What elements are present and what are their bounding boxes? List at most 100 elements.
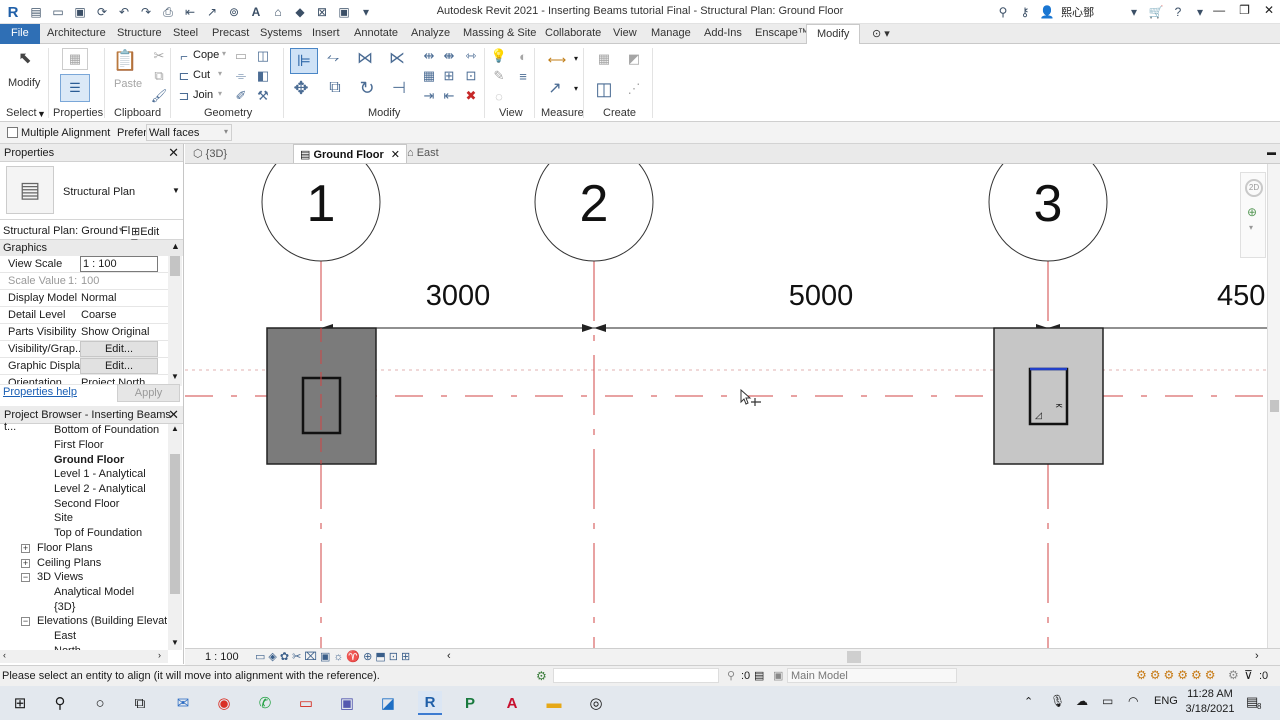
measure-dropdown-icon[interactable]: ▾ xyxy=(574,54,578,63)
cut-dropdown-icon[interactable]: ▾ xyxy=(218,69,222,78)
cope-icon[interactable]: ⌐ xyxy=(175,48,193,64)
apply-button[interactable]: Apply xyxy=(117,384,180,402)
modify-cursor-icon[interactable]: ⬉ xyxy=(16,50,34,67)
browser-item-site[interactable]: Site xyxy=(54,512,73,524)
align-icon[interactable]: ⊫ xyxy=(290,48,318,74)
multiple-alignment-checkbox[interactable] xyxy=(7,127,18,138)
property-value[interactable]: Normal xyxy=(81,292,116,304)
split-face-icon[interactable]: ◫ xyxy=(254,48,272,64)
scroll-thumb[interactable] xyxy=(170,256,180,276)
microphone-icon[interactable]: 🎙 xyxy=(1050,694,1065,708)
onedrive-icon[interactable]: ☁ xyxy=(1076,694,1088,708)
override-graphics-icon[interactable]: ✎ xyxy=(490,68,508,84)
wifi-icon[interactable]: ◠ xyxy=(1128,694,1138,708)
browser-item-level-2-analytical[interactable]: Level 2 - Analytical xyxy=(54,483,146,495)
zoom-dropdown-icon[interactable]: ▾ xyxy=(1249,223,1253,232)
background-process-icon[interactable]: ⚙ xyxy=(1228,668,1239,682)
mirror-pick-axis-icon[interactable]: ⋈ xyxy=(356,50,374,67)
help-dropdown-icon[interactable]: ▾ xyxy=(1192,4,1208,20)
chevron-right-icon[interactable]: › xyxy=(158,650,161,660)
join-roof-icon[interactable]: ⌯ xyxy=(232,68,250,84)
tab-manage[interactable]: Manage xyxy=(651,27,691,39)
app-icon[interactable]: ◎ xyxy=(586,694,606,712)
browser-item-ceiling-plans[interactable]: Ceiling Plans xyxy=(37,557,101,569)
project-icon[interactable]: P xyxy=(460,694,480,712)
autocad-icon[interactable]: A xyxy=(502,694,522,712)
expand-icon[interactable]: + xyxy=(21,559,30,568)
grid-label-1[interactable]: 1 xyxy=(307,175,336,233)
trim-multiple-icon[interactable]: ⇤ xyxy=(440,88,458,104)
browser-item-elevations[interactable]: Elevations (Building Elevation) xyxy=(37,615,167,627)
user-icon[interactable]: 👤 xyxy=(1039,4,1055,20)
browser-item-ground-floor[interactable]: Ground Floor xyxy=(54,454,124,466)
aligned-dimension-icon[interactable]: ↗ xyxy=(546,80,564,97)
collapse-icon[interactable]: − xyxy=(21,617,30,626)
drawing-canvas[interactable]: 1 2 3 3000 5000 450 ◿ ᄌ xyxy=(185,164,1267,648)
tab-systems[interactable]: Systems xyxy=(260,27,302,39)
linework-icon[interactable]: ≡ xyxy=(514,68,532,84)
visibility-edit-button[interactable]: Edit... xyxy=(80,341,158,357)
outlook-icon[interactable]: ◪ xyxy=(378,694,398,712)
rotate-icon[interactable]: ↻ xyxy=(358,78,376,98)
hammer-icon[interactable]: ⚒ xyxy=(254,88,272,104)
close-icon[interactable]: ✕ xyxy=(168,407,179,423)
tab-precast[interactable]: Precast xyxy=(212,27,249,39)
instance-filter[interactable]: Structural Plan: Ground Fl ▾ ⊞Edit Type xyxy=(0,222,183,250)
browser-item-analytical-model[interactable]: Analytical Model xyxy=(54,586,134,598)
search-icon[interactable]: ⚲ xyxy=(50,694,70,712)
hscroll-thumb[interactable] xyxy=(847,651,861,663)
tab-insert[interactable]: Insert xyxy=(312,27,340,39)
demolish-icon[interactable]: ✐ xyxy=(232,88,250,104)
language-indicator[interactable]: ENG xyxy=(1154,695,1178,707)
chevron-down-icon[interactable]: ▼ xyxy=(171,372,179,381)
mail-icon[interactable]: ✉ xyxy=(173,694,193,712)
properties-scrollbar[interactable]: ▼ xyxy=(168,256,182,386)
design-option-select-icon[interactable]: ▣ xyxy=(773,669,783,682)
view-controls-icons[interactable]: ▭◈✿✂⌧▣☼♈⊕⬒⊡⊞ xyxy=(255,650,413,663)
array-icon[interactable]: ▦ xyxy=(420,68,438,84)
pin-icon[interactable]: ⇿ xyxy=(462,48,480,64)
match-type-icon[interactable]: 🖌 xyxy=(150,88,168,104)
revit-taskbar-icon[interactable]: R xyxy=(418,691,442,715)
tab-modify[interactable]: Modify xyxy=(806,24,861,45)
design-options-icon[interactable]: ▤ xyxy=(754,669,764,682)
browser-item-3d[interactable]: {3D} xyxy=(54,601,75,613)
browser-item-3d-views[interactable]: 3D Views xyxy=(37,571,83,583)
cut-button[interactable]: Cut xyxy=(193,69,210,81)
restore-icon[interactable]: ❐ xyxy=(1239,3,1250,17)
workset-select[interactable] xyxy=(553,668,719,683)
dimension-dropdown-icon[interactable]: ▾ xyxy=(574,84,578,93)
chevron-up-icon[interactable]: ▲ xyxy=(171,241,180,251)
select-dropdown-icon[interactable]: ▼ xyxy=(37,109,46,119)
join-dropdown-icon[interactable]: ▾ xyxy=(218,89,222,98)
clock-date[interactable]: 3/18/2021 xyxy=(1183,703,1237,715)
browser-hscrollbar[interactable]: ‹ › xyxy=(0,650,168,663)
type-selector[interactable]: ▤ Structural Plan ▼ xyxy=(0,162,183,220)
dimension-text-3[interactable]: 450 xyxy=(1217,280,1265,312)
browser-item-floor-plans[interactable]: Floor Plans xyxy=(37,542,93,554)
tab-steel[interactable]: Steel xyxy=(173,27,198,39)
properties-help-link[interactable]: Properties help xyxy=(3,386,77,398)
trim-extend-icon[interactable]: ⊣ xyxy=(390,80,408,97)
close-icon[interactable]: ✕ xyxy=(1264,3,1274,17)
graphic-display-edit-button[interactable]: Edit... xyxy=(80,358,158,374)
cortana-icon[interactable]: ○ xyxy=(90,694,110,712)
chevron-left-icon[interactable]: ‹ xyxy=(3,650,6,660)
user-name[interactable]: 熙心鄧 xyxy=(1061,4,1094,20)
properties-icon[interactable]: ☰ xyxy=(60,74,90,102)
steering-wheel-icon[interactable]: 2D xyxy=(1245,179,1263,197)
tab-annotate[interactable]: Annotate xyxy=(354,27,398,39)
chevron-right-icon[interactable]: › xyxy=(1255,650,1259,662)
select-dropdown[interactable]: Select xyxy=(6,107,37,119)
override-icon[interactable]: ◐ xyxy=(514,48,532,64)
editable-only-icon[interactable]: ⚲ xyxy=(727,669,735,682)
cut-geometry-icon[interactable]: ⊏ xyxy=(175,68,193,84)
chevron-up-icon[interactable]: ▲ xyxy=(171,424,179,433)
offset-icon[interactable]: ⥊ xyxy=(324,49,342,66)
expand-icon[interactable]: + xyxy=(21,544,30,553)
view-scale-field[interactable]: 1 : 100 xyxy=(80,256,158,272)
trim-single-icon[interactable]: ⇥ xyxy=(420,88,438,104)
join-icon[interactable]: ⊐ xyxy=(175,88,193,104)
browser-item-bottom-of-foundation[interactable]: Bottom of Foundation xyxy=(54,424,159,436)
wall-joins-icon[interactable]: ▭ xyxy=(232,48,250,64)
